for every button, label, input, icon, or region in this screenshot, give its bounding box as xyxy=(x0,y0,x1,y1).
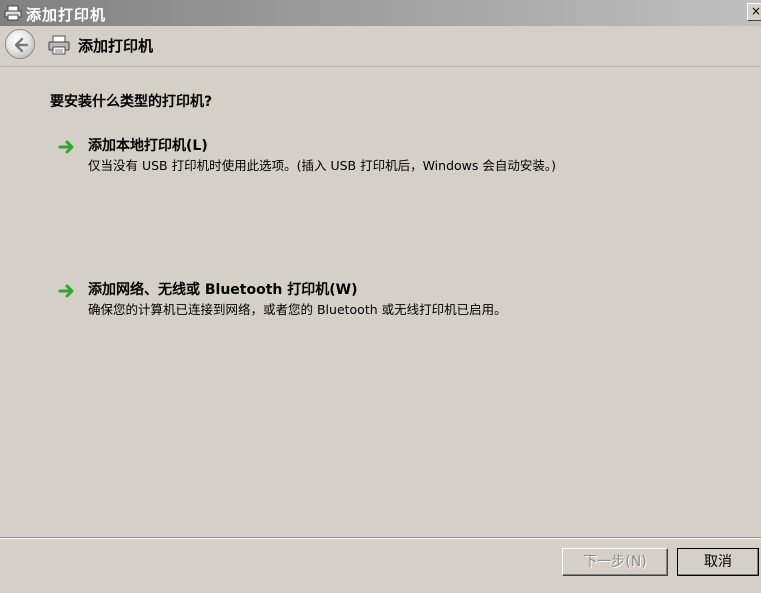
main-content: 要安装什么类型的打印机? 添加本地打印机(L) 仅当没有 USB 打印机时使用此… xyxy=(0,67,761,537)
option-description: 仅当没有 USB 打印机时使用此选项。(插入 USB 打印机后，Windows … xyxy=(88,158,556,173)
option-add-local-printer[interactable]: 添加本地打印机(L) 仅当没有 USB 打印机时使用此选项。(插入 USB 打印… xyxy=(58,135,738,179)
option-title[interactable]: 添加网络、无线或 Bluetooth 打印机(W) xyxy=(88,279,358,299)
back-button[interactable] xyxy=(5,29,35,59)
navigation-bar: 添加打印机 xyxy=(0,26,761,67)
option-description: 确保您的计算机已连接到网络，或者您的 Bluetooth 或无线打印机已启用。 xyxy=(88,302,507,317)
option-title[interactable]: 添加本地打印机(L) xyxy=(88,135,208,155)
page-title: 添加打印机 xyxy=(78,37,154,55)
next-button[interactable]: 下一步(N) xyxy=(562,548,668,576)
back-arrow-icon xyxy=(14,37,29,53)
window-title: 添加打印机 xyxy=(26,6,107,24)
add-printer-dialog: 添加打印机 × 添加打印机 要安装什么类型的打印机? 添加本地打印机(L) 仅当… xyxy=(0,0,761,593)
close-button[interactable]: × xyxy=(747,3,761,21)
question-heading: 要安装什么类型的打印机? xyxy=(50,94,213,110)
option-add-network-printer[interactable]: 添加网络、无线或 Bluetooth 打印机(W) 确保您的计算机已连接到网络，… xyxy=(58,279,738,323)
footer-bar: 下一步(N) 取消 xyxy=(0,537,761,593)
title-bar[interactable]: 添加打印机 × xyxy=(0,0,761,26)
cancel-button[interactable]: 取消 xyxy=(677,548,759,576)
green-arrow-icon xyxy=(58,283,76,303)
green-arrow-icon xyxy=(58,139,76,159)
printer-title-icon xyxy=(4,5,22,21)
printer-icon xyxy=(48,35,70,59)
